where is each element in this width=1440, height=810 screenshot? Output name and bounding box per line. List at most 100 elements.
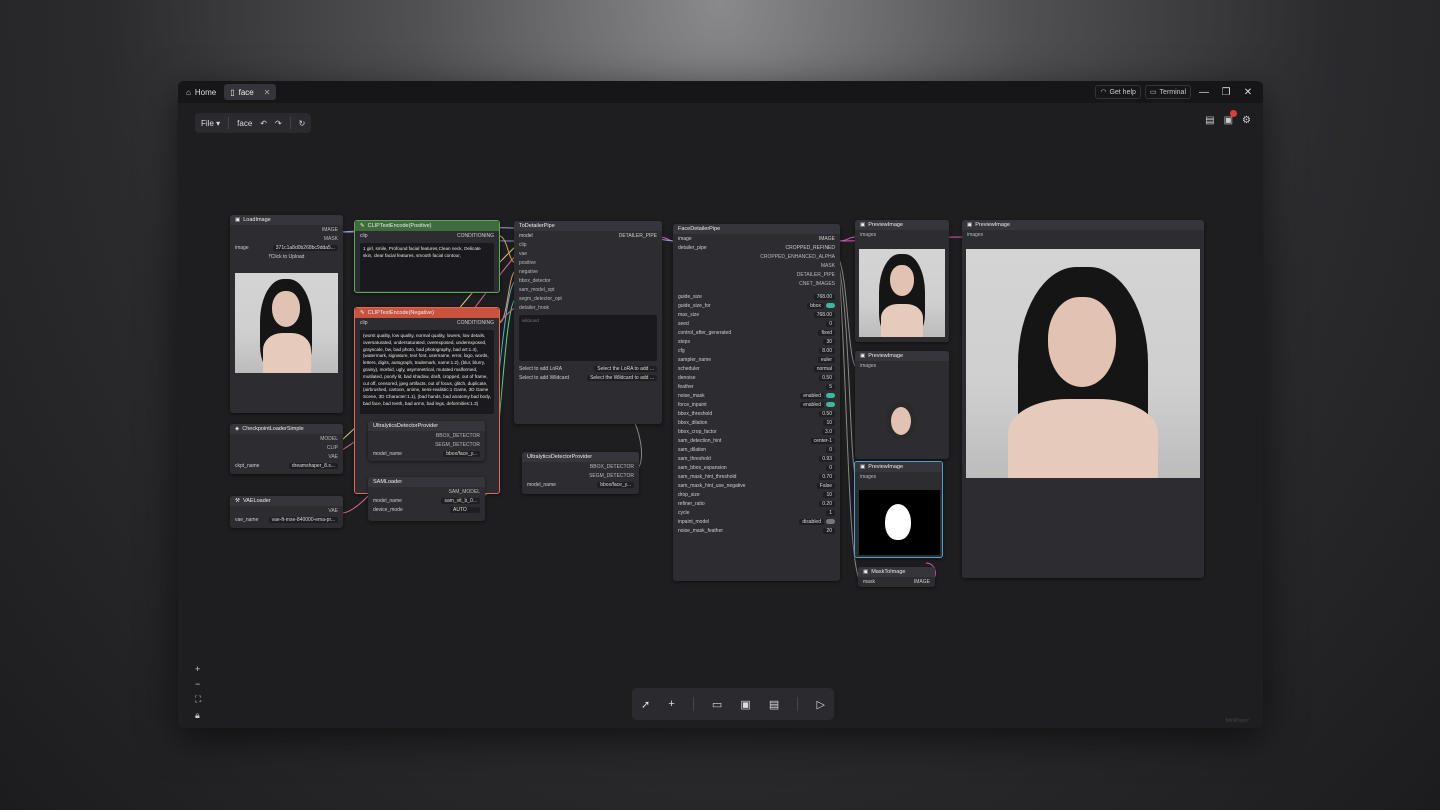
param-noise-mask[interactable]: noise_mask enabled <box>673 391 840 400</box>
wildcard-select[interactable]: Select to add Wildcard Select the Wildcar… <box>514 373 662 382</box>
input-detailer-hook[interactable]: detailer_hook <box>514 303 662 312</box>
node-clip-positive[interactable]: ✎ CLIPTextEncode(Positive) clip CONDITIONI… <box>354 220 500 293</box>
input-bbox-detector[interactable]: bbox_detector <box>514 276 662 285</box>
param-scheduler[interactable]: scheduler normal <box>673 364 840 373</box>
param-sam-dilation[interactable]: sam_dilation 0 <box>673 445 840 454</box>
param-sam-bbox-expansion[interactable]: sam_bbox_expansion 0 <box>673 463 840 472</box>
output-sam-model[interactable]: SAM_MODEL <box>368 487 485 496</box>
node-preview-image-4[interactable]: ▣ PreviewImage images <box>962 220 1204 578</box>
param-bbox-dilation[interactable]: bbox_dilation 10 <box>673 418 840 427</box>
param-sam-threshold[interactable]: sam_threshold 0.93 <box>673 454 840 463</box>
output-segm-detector[interactable]: SEGM_DETECTOR <box>522 471 639 480</box>
node-vae-loader[interactable]: ⚒ VAELoader VAE vae_name vae-ft-mse-840000… <box>230 496 343 528</box>
output-conditioning[interactable]: CONDITIONING <box>457 320 494 326</box>
toggle-icon[interactable] <box>826 401 835 407</box>
model-select[interactable]: model_name bbox/face_y... <box>368 449 485 458</box>
negative-prompt-input[interactable]: (worst quality, low quality, normal qual… <box>360 330 494 414</box>
output-cnet-images[interactable]: CNET_IMAGES <box>673 279 840 288</box>
input-vae[interactable]: vae <box>514 249 662 258</box>
input-sam-model[interactable]: sam_model_opt <box>514 285 662 294</box>
param-sam-mask-hint-use-negative[interactable]: sam_mask_hint_use_negative False <box>673 481 840 490</box>
param-sampler-name[interactable]: sampler_name euler <box>673 355 840 364</box>
zoom-out-icon[interactable]: − <box>195 679 201 689</box>
run-icon[interactable]: ▷ <box>816 698 824 711</box>
param-noise-mask-feather[interactable]: noise_mask_feather 20 <box>673 526 840 535</box>
output-bbox-detector[interactable]: BBOX_DETECTOR <box>522 462 639 471</box>
toggle-icon[interactable] <box>826 302 835 308</box>
output-segm-detector[interactable]: SEGM_DETECTOR <box>368 440 485 449</box>
input-clip[interactable]: clip <box>360 320 368 326</box>
output-bbox-detector[interactable]: BBOX_DETECTOR <box>368 431 485 440</box>
fit-view-icon[interactable]: ⛶ <box>195 694 201 705</box>
output-conditioning[interactable]: CONDITIONING <box>457 233 494 239</box>
param-bbox-threshold[interactable]: bbox_threshold 0.50 <box>673 409 840 418</box>
pointer-icon[interactable]: ➚ <box>641 698 650 711</box>
input-clip[interactable]: clip <box>514 240 662 249</box>
param-max-size[interactable]: max_size 768.00 <box>673 310 840 319</box>
input-images[interactable]: images <box>855 472 942 481</box>
input-images[interactable]: images <box>855 361 949 370</box>
positive-prompt-input[interactable]: 1 girl, smile, Profound facial features,… <box>360 243 494 291</box>
output-cropped-refined[interactable]: CROPPED_REFINED <box>786 245 835 251</box>
param-sam-mask-hint-threshold[interactable]: sam_mask_hint_threshold 0.70 <box>673 472 840 481</box>
output-vae[interactable]: VAE <box>230 506 343 515</box>
output-mask[interactable]: MASK <box>673 261 840 270</box>
node-to-detailer-pipe[interactable]: ToDetailerPipe model DETAILER_PIPE clip v… <box>514 221 662 424</box>
toggle-icon[interactable] <box>826 518 835 524</box>
model-select[interactable]: model_name bbox/face_y... <box>522 480 639 489</box>
input-images[interactable]: images <box>855 230 949 239</box>
node-preview-image-2[interactable]: ▣ PreviewImage images <box>855 351 949 459</box>
image-select[interactable]: image 371c1a8d0b268bc9dda5... <box>230 243 343 252</box>
input-images[interactable]: images <box>962 230 1204 239</box>
param-cfg[interactable]: cfg 8.00 <box>673 346 840 355</box>
output-mask[interactable]: MASK <box>230 234 343 243</box>
output-detailer-pipe[interactable]: DETAILER_PIPE <box>673 270 840 279</box>
param-force-inpaint[interactable]: force_inpaint enabled <box>673 400 840 409</box>
param-control-after-generated[interactable]: control_after_generated fixed <box>673 328 840 337</box>
zoom-in-icon[interactable]: + <box>195 664 201 674</box>
param-guide-size-for[interactable]: guide_size_for bbox <box>673 301 840 310</box>
param-steps[interactable]: steps 30 <box>673 337 840 346</box>
param-bbox-crop-factor[interactable]: bbox_crop_factor 3.0 <box>673 427 840 436</box>
output-cropped-enhanced-alpha[interactable]: CROPPED_ENHANCED_ALPHA <box>673 252 840 261</box>
node-clip-negative[interactable]: ✎ CLIPTextEncode(Negative) clip CONDITIONI… <box>354 307 500 494</box>
param-seed[interactable]: seed 0 <box>673 319 840 328</box>
param-feather[interactable]: feather 5 <box>673 382 840 391</box>
node-checkpoint-loader[interactable]: ◈ CheckpointLoaderSimple MODEL CLIP VAE c… <box>230 424 343 474</box>
wildcard-input[interactable]: wildcard <box>519 315 657 361</box>
lora-select[interactable]: Select to add LoRA Select the LoRA to add… <box>514 364 662 373</box>
output-clip[interactable]: CLIP <box>230 443 343 452</box>
node-preview-image-1[interactable]: ▣ PreviewImage images <box>855 220 949 342</box>
input-detailer-pipe[interactable]: detailer_pipe <box>678 245 707 251</box>
node-mask-to-image[interactable]: ▣ MaskToImage mask IMAGE <box>858 567 935 587</box>
output-image[interactable]: IMAGE <box>230 225 343 234</box>
node-ultralytics-2[interactable]: UltralyticsDetectorProvider BBOX_DETECTO… <box>522 452 639 494</box>
add-node-icon[interactable]: + <box>668 698 674 710</box>
sam-model-select[interactable]: model_name sam_vit_b_0... <box>368 496 485 505</box>
input-positive[interactable]: positive <box>514 258 662 267</box>
input-image[interactable]: image <box>678 236 692 242</box>
param-drop-size[interactable]: drop_size 10 <box>673 490 840 499</box>
upload-button[interactable]: ⤒ Click to Upload <box>230 252 343 261</box>
node-sam-loader[interactable]: SAMLoader SAM_MODEL model_name sam_vit_b_… <box>368 477 485 521</box>
param-guide-size[interactable]: guide_size 768.00 <box>673 292 840 301</box>
input-mask[interactable]: mask <box>863 579 875 585</box>
param-refiner-ratio[interactable]: refiner_ratio 0.20 <box>673 499 840 508</box>
input-clip[interactable]: clip <box>360 233 368 239</box>
output-vae[interactable]: VAE <box>230 452 343 461</box>
lock-icon[interactable]: 🔒︎ <box>195 710 201 721</box>
ckpt-select[interactable]: ckpt_name dreamshaper_8.s... <box>230 461 343 470</box>
node-load-image[interactable]: ▣ LoadImage IMAGE MASK image 371c1a8d0b268… <box>230 215 343 413</box>
param-cycle[interactable]: cycle 1 <box>673 508 840 517</box>
output-image[interactable]: IMAGE <box>819 236 835 242</box>
node-face-detailer-pipe[interactable]: FaceDetailerPipe image IMAGE detailer_pip… <box>673 224 840 581</box>
input-segm-detector[interactable]: segm_detector_opt <box>514 294 662 303</box>
param-denoise[interactable]: denoise 0.50 <box>673 373 840 382</box>
output-image[interactable]: IMAGE <box>914 579 930 585</box>
node-preview-image-3[interactable]: ▣ PreviewImage images <box>854 461 943 558</box>
output-model[interactable]: MODEL <box>230 434 343 443</box>
input-model[interactable]: model <box>519 233 533 239</box>
film-icon[interactable]: ▤ <box>769 698 779 711</box>
terminal-icon[interactable]: ▭ <box>712 698 722 711</box>
param-inpaint-model[interactable]: inpaint_model disabled <box>673 517 840 526</box>
